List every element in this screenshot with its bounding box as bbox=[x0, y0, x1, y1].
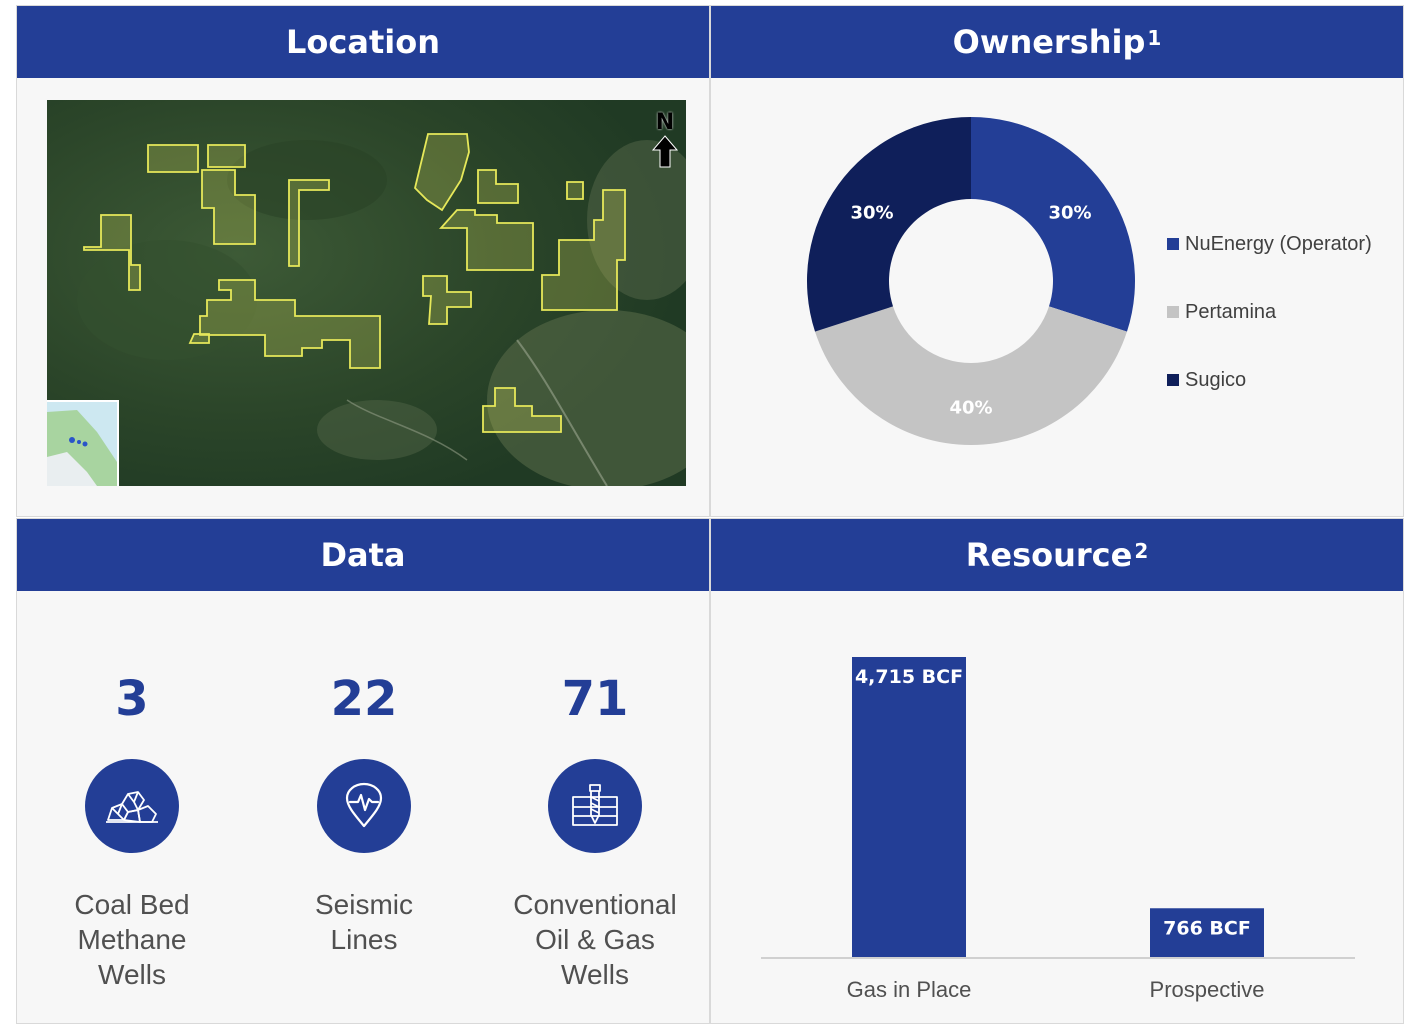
stat-label-line: Wells bbox=[561, 959, 629, 990]
drill-icon bbox=[548, 759, 642, 853]
bar-value-label: 4,715 BCF bbox=[855, 666, 963, 688]
seismic-icon bbox=[317, 759, 411, 853]
north-label: N bbox=[655, 110, 675, 135]
ownership-footnote-mark: 1 bbox=[1147, 26, 1162, 50]
legend-item-nuenergy: NuEnergy (Operator) bbox=[1167, 210, 1372, 278]
category-label: Prospective bbox=[1150, 977, 1265, 1002]
location-map[interactable]: N bbox=[47, 100, 686, 486]
stat-value: 71 bbox=[561, 671, 629, 727]
north-arrow: N bbox=[652, 112, 678, 168]
stat-label: Seismic Lines bbox=[264, 887, 464, 957]
stat-value: 22 bbox=[330, 671, 398, 727]
data-title: Data bbox=[320, 536, 406, 574]
legend-item-pertamina: Pertamina bbox=[1167, 278, 1372, 346]
location-title: Location bbox=[286, 23, 440, 61]
bar-value-label: 766 BCF bbox=[1163, 917, 1251, 939]
legend-swatch-pertamina bbox=[1167, 306, 1179, 318]
resource-bar-chart: 4,715 BCF Gas in Place 766 BCF Prospective bbox=[761, 597, 1355, 1002]
stat-label: Coal Bed Methane Wells bbox=[32, 887, 232, 992]
donut-label-nuenergy: 30% bbox=[1048, 202, 1092, 224]
legend-item-sugico: Sugico bbox=[1167, 346, 1372, 414]
donut-label-sugico: 30% bbox=[850, 202, 894, 224]
ownership-legend: NuEnergy (Operator) Pertamina Sugico bbox=[1167, 210, 1372, 414]
donut-label-pertamina: 40% bbox=[949, 397, 993, 419]
data-header: Data bbox=[17, 519, 709, 591]
resource-header: Resource 2 bbox=[711, 519, 1403, 591]
ownership-panel: Ownership 1 30% 40% 30% NuEnergy (Operato… bbox=[710, 5, 1404, 517]
donut-slice-nuenergy bbox=[971, 117, 1135, 332]
stat-label-line: Methane bbox=[77, 924, 187, 955]
stat-label-line: Coal Bed bbox=[74, 889, 190, 920]
donut-slice-pertamina bbox=[815, 306, 1127, 445]
legend-label-sugico: Sugico bbox=[1185, 368, 1247, 391]
ownership-header: Ownership 1 bbox=[711, 6, 1403, 78]
resource-footnote-mark: 2 bbox=[1134, 539, 1149, 563]
stat-label-line: Lines bbox=[330, 924, 398, 955]
north-arrow-icon bbox=[652, 135, 678, 168]
stat-label-line: Seismic bbox=[314, 889, 413, 920]
stat-label: Conventional Oil & Gas Wells bbox=[495, 887, 695, 992]
stat-label-line: Wells bbox=[98, 959, 166, 990]
stat-label-line: Oil & Gas bbox=[535, 924, 655, 955]
bar-gas-in-place bbox=[852, 657, 966, 957]
donut-svg bbox=[807, 117, 1135, 445]
legend-label-nuenergy: NuEnergy (Operator) bbox=[1185, 232, 1372, 255]
satellite-map bbox=[47, 100, 686, 486]
coal-icon bbox=[85, 759, 179, 853]
stat-label-line: Conventional bbox=[513, 889, 677, 920]
stat-coal-bed-methane: 3 Coal Bed Methane Wells bbox=[32, 669, 232, 992]
location-header: Location bbox=[17, 6, 709, 78]
stat-value: 3 bbox=[115, 671, 149, 727]
category-label: Gas in Place bbox=[847, 977, 972, 1002]
donut-slice-sugico bbox=[807, 117, 971, 332]
legend-label-pertamina: Pertamina bbox=[1185, 300, 1277, 323]
resource-panel: Resource 2 4,715 BCF Gas in Place 766 BCF Pr… bbox=[710, 518, 1404, 1024]
location-panel: Location N bbox=[16, 5, 710, 517]
stat-conventional-wells: 71 Conventional Oil & Gas Wells bbox=[495, 669, 695, 992]
inset-map-icon bbox=[47, 402, 117, 486]
ownership-donut-chart: 30% 40% 30% bbox=[806, 116, 1136, 446]
legend-swatch-sugico bbox=[1167, 374, 1179, 386]
legend-swatch-nuenergy bbox=[1167, 238, 1179, 250]
ownership-title: Ownership bbox=[952, 23, 1146, 61]
resource-title: Resource bbox=[965, 536, 1133, 574]
bar-svg: 4,715 BCF Gas in Place 766 BCF Prospective bbox=[761, 657, 1355, 1002]
stat-seismic-lines: 22 Seismic Lines bbox=[264, 669, 464, 957]
inset-locator-map bbox=[47, 400, 119, 486]
data-panel: Data 3 Coal Bed Methane Wells 22 Seismic… bbox=[16, 518, 710, 1024]
